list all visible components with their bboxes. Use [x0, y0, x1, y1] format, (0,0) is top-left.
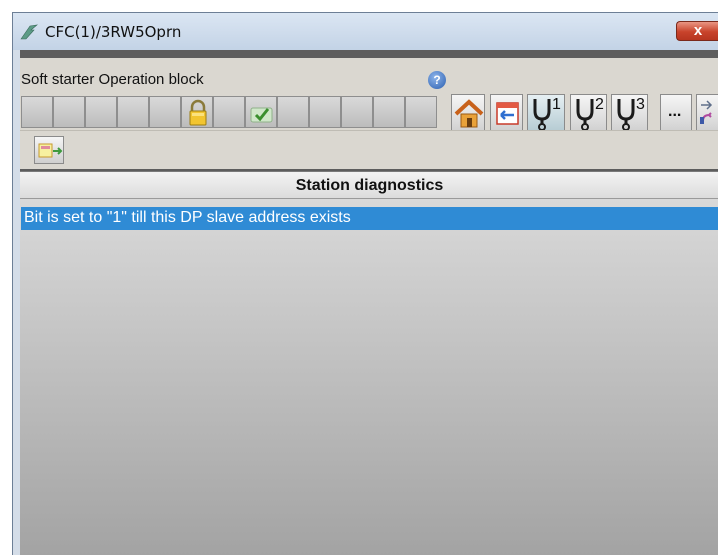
diagnostics-3-button[interactable]: 3 — [611, 94, 648, 131]
status-cell — [213, 96, 245, 128]
status-cell — [309, 96, 341, 128]
close-button[interactable]: x — [676, 21, 718, 41]
status-cell — [21, 96, 53, 128]
status-cell — [341, 96, 373, 128]
status-cell — [117, 96, 149, 128]
side-tools-button[interactable] — [696, 94, 718, 131]
help-button[interactable]: ? — [428, 71, 446, 89]
status-cell — [181, 96, 213, 128]
diagnostics-2-button[interactable]: 2 — [570, 94, 607, 131]
faceplate-window: CFC(1)/3RW5Oprn x Soft starter Operation… — [12, 12, 718, 555]
status-cell — [405, 96, 437, 128]
status-cell — [53, 96, 85, 128]
diagnostics-1-button[interactable]: 1 — [527, 94, 565, 131]
next-view-button[interactable] — [34, 136, 64, 164]
next-view-icon — [38, 143, 63, 158]
side-tools-icon — [700, 100, 713, 124]
status-cell — [277, 96, 309, 128]
help-icon: ? — [433, 73, 441, 87]
faceplate-body: Soft starter Operation block ? 1 2 3 ...… — [20, 50, 718, 555]
faceplate-header: Soft starter Operation block ? 1 2 3 ... — [20, 58, 718, 131]
window-title: CFC(1)/3RW5Oprn — [45, 23, 182, 41]
home-icon — [454, 99, 484, 128]
status-cell — [85, 96, 117, 128]
status-strip — [21, 96, 437, 128]
diagnostics-3-label: 3 — [636, 96, 645, 113]
title-bar[interactable]: CFC(1)/3RW5Oprn x — [13, 13, 718, 50]
faceplate-app-icon — [20, 24, 38, 40]
return-icon — [496, 102, 519, 125]
diagnostics-list[interactable]: Bit is set to "1" till this DP slave add… — [20, 199, 718, 555]
section-heading: Station diagnostics — [20, 171, 718, 199]
home-button[interactable] — [451, 94, 485, 131]
checkmark-icon — [250, 107, 273, 123]
status-cell — [245, 96, 277, 128]
more-button[interactable]: ... — [660, 94, 692, 131]
status-cell — [149, 96, 181, 128]
status-cell — [373, 96, 405, 128]
block-title: Soft starter Operation block — [21, 71, 204, 88]
diagnostics-2-label: 2 — [595, 96, 604, 113]
navigation-band — [20, 130, 718, 169]
trend-view-button[interactable] — [490, 94, 523, 131]
more-label: ... — [668, 103, 682, 120]
diagnostics-1-label: 1 — [552, 96, 561, 113]
list-item[interactable]: Bit is set to "1" till this DP slave add… — [21, 207, 718, 230]
padlock-icon — [189, 99, 207, 126]
close-icon: x — [693, 22, 703, 39]
